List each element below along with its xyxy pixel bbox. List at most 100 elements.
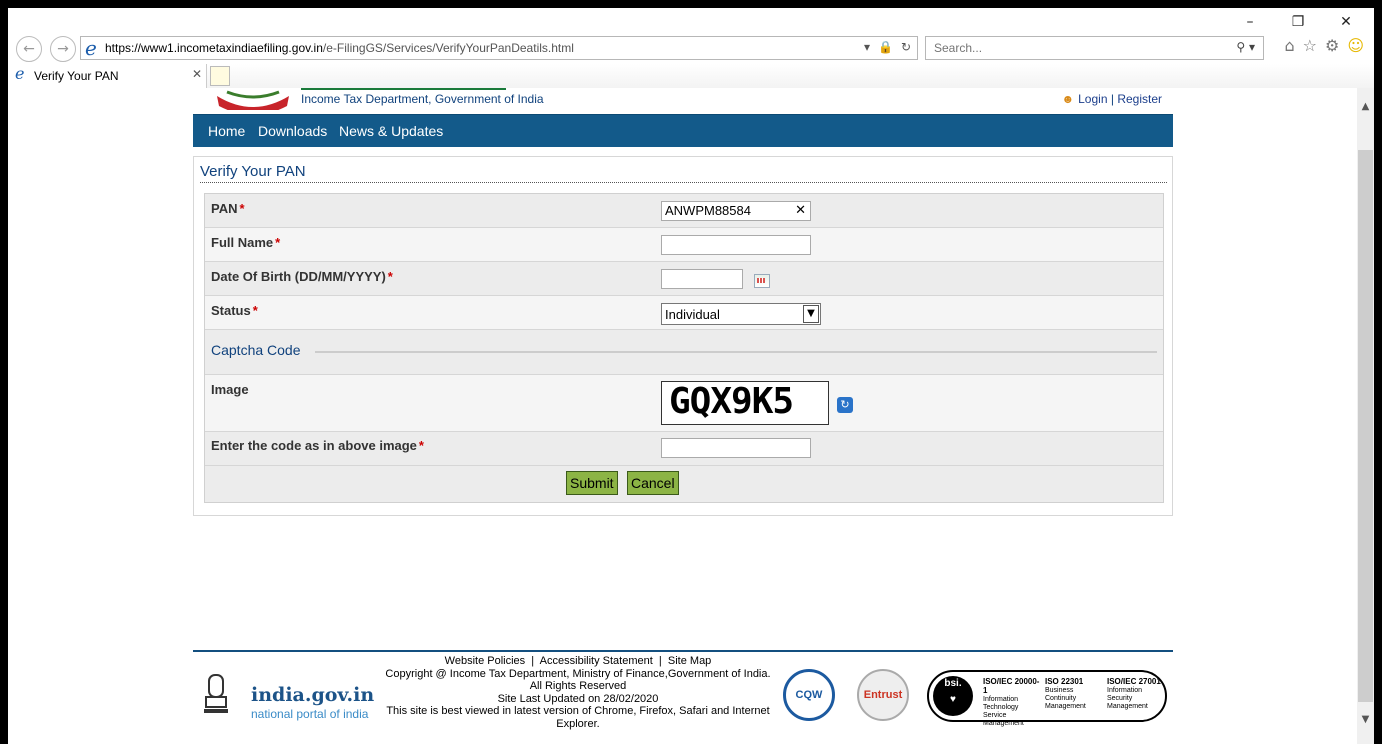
status-row: Status * Individual ▼ [205,296,1163,330]
site-footer: india.gov.in national portal of india We… [193,653,1173,738]
vertical-scrollbar[interactable]: ▲ ▼ [1357,88,1374,744]
close-tab-icon[interactable]: ✕ [192,67,202,81]
form-table: PAN * ANWPM88584 ✕ Full Name * Date Of Bir… [204,193,1164,503]
lock-icon[interactable]: 🔒 [878,40,893,54]
login-link[interactable]: Login [1078,92,1107,106]
code-label: Enter the code as in above image * [211,438,424,453]
menu-news-updates[interactable]: News & Updates [339,123,443,139]
captcha-image: GQX9K5 [661,381,829,425]
smiley-icon[interactable]: ☺ [1347,36,1364,55]
national-emblem-icon [204,674,228,713]
dropdown-icon[interactable]: ▾ [864,40,870,54]
copyright-text: Copyright @ Income Tax Department, Minis… [385,667,771,680]
browser-window: – ❐ ✕ ← → e https://www1.incometaxindiae… [8,8,1374,744]
pan-value: ANWPM88584 [665,203,751,218]
calendar-icon[interactable] [754,274,770,288]
tab-verify-pan[interactable]: e Verify Your PAN ✕ [8,64,207,88]
captcha-code-input[interactable] [661,438,811,458]
bsi-logo-icon: bsi. ♥ [933,676,973,716]
title-divider [200,182,1167,183]
pan-input[interactable]: ANWPM88584 ✕ [661,201,811,221]
image-label: Image [211,382,249,397]
captcha-image-row: Image GQX9K5 ↻ [205,375,1163,432]
tab-title: Verify Your PAN [34,69,119,83]
income-tax-logo-icon [217,90,289,110]
header-divider [301,88,506,90]
user-icon: ☻ [1061,92,1075,106]
site-header: Income Tax Department, Government of Ind… [193,88,1173,114]
search-input[interactable] [932,40,1216,56]
verify-pan-form: Verify Your PAN PAN * ANWPM88584 ✕ Full N… [193,156,1173,516]
footer-text: Website Policies | Accessibility Stateme… [383,655,773,730]
page-title: Verify Your PAN [200,163,306,180]
new-tab-icon[interactable] [210,66,230,86]
pan-label: PAN * [211,201,245,216]
fullname-input[interactable] [661,235,811,255]
status-label: Status * [211,303,258,318]
captcha-code-row: Enter the code as in above image * [205,432,1163,466]
status-value: Individual [665,307,720,322]
refresh-icon[interactable]: ↻ [901,40,911,54]
fullname-label: Full Name * [211,235,281,250]
status-select[interactable]: Individual ▼ [661,303,821,325]
menu-home[interactable]: Home [208,123,245,139]
minimize-icon[interactable]: – [1240,14,1260,30]
india-gov-tagline: national portal of india [251,707,369,721]
browser-toolbar: ⌂ ☆ ⚙ ☺ [1284,36,1364,55]
pan-row: PAN * ANWPM88584 ✕ [205,194,1163,228]
tab-bar: e Verify Your PAN ✕ [8,64,1374,88]
cqw-badge-icon: CQW [783,669,835,721]
menu-downloads[interactable]: Downloads [258,123,327,139]
back-arrow-icon[interactable]: ← [16,36,42,62]
iso-27001-cert: ISO/IEC 27001 Information Security Manage… [1107,677,1161,711]
main-menu: Home Downloads News & Updates [193,114,1173,147]
scroll-down-icon[interactable]: ▼ [1357,711,1374,728]
restore-icon[interactable]: ❐ [1288,14,1308,30]
address-bar[interactable]: e https://www1.incometaxindiaefiling.gov… [80,36,918,60]
entrust-badge-icon: Entrust [857,669,909,721]
home-icon[interactable]: ⌂ [1284,36,1294,55]
captcha-heading: Captcha Code [211,342,307,358]
cancel-button[interactable]: Cancel [627,471,679,495]
footer-divider [193,650,1173,652]
website-policies-link[interactable]: Website Policies [445,655,526,667]
dob-row: Date Of Birth (DD/MM/YYYY) * [205,262,1163,296]
chevron-down-icon[interactable]: ▼ [803,305,819,323]
gear-icon[interactable]: ⚙ [1325,36,1339,55]
page-content: Income Tax Department, Government of Ind… [193,88,1173,516]
buttons-row: Submit Cancel [205,466,1163,502]
last-updated-text: Site Last Updated on 28/02/2020 [497,692,659,705]
dob-label: Date Of Birth (DD/MM/YYYY) * [211,269,393,284]
iso-certifications: bsi. ♥ ISO/IEC 20000-1 Information Technol… [927,670,1167,727]
site-map-link[interactable]: Site Map [668,655,711,667]
iso-20000-cert: ISO/IEC 20000-1 Information Technology Se… [983,677,1040,728]
scroll-up-icon[interactable]: ▲ [1357,98,1374,115]
url-text: https://www1.incometaxindiaefiling.gov.i… [105,41,574,55]
search-icon[interactable]: ⚲ ▾ [1236,40,1255,54]
fullname-row: Full Name * [205,228,1163,262]
accessibility-link[interactable]: Accessibility Statement [540,655,653,667]
rights-text: All Rights Reserved [529,680,627,692]
window-controls: – ❐ ✕ [1240,14,1356,30]
captcha-refresh-icon[interactable]: ↻ [837,397,853,413]
footer-links: Website Policies | Accessibility Stateme… [444,655,712,667]
captcha-divider [315,351,1157,353]
iso-22301-cert: ISO 22301 Business Continuity Management [1045,677,1086,711]
close-window-icon[interactable]: ✕ [1336,14,1356,30]
department-name: Income Tax Department, Government of Ind… [301,92,544,106]
scroll-thumb[interactable] [1358,150,1373,702]
search-box[interactable]: ⚲ ▾ [925,36,1264,60]
submit-button[interactable]: Submit [566,471,618,495]
dob-input[interactable] [661,269,743,289]
star-icon[interactable]: ☆ [1303,36,1317,55]
navigation-bar: ← → e https://www1.incometaxindiaefiling… [8,36,1374,62]
separator: | [1110,92,1114,106]
forward-arrow-icon[interactable]: → [50,36,76,62]
captcha-heading-row: Captcha Code [205,330,1163,375]
india-gov-logo[interactable]: india.gov.in [251,684,374,706]
ie-tab-icon: e [15,64,25,83]
ie-logo-icon: e [85,36,97,60]
register-link[interactable]: Register [1117,92,1162,106]
clear-icon[interactable]: ✕ [795,202,806,220]
login-register: ☻ Login | Register [1061,92,1162,106]
